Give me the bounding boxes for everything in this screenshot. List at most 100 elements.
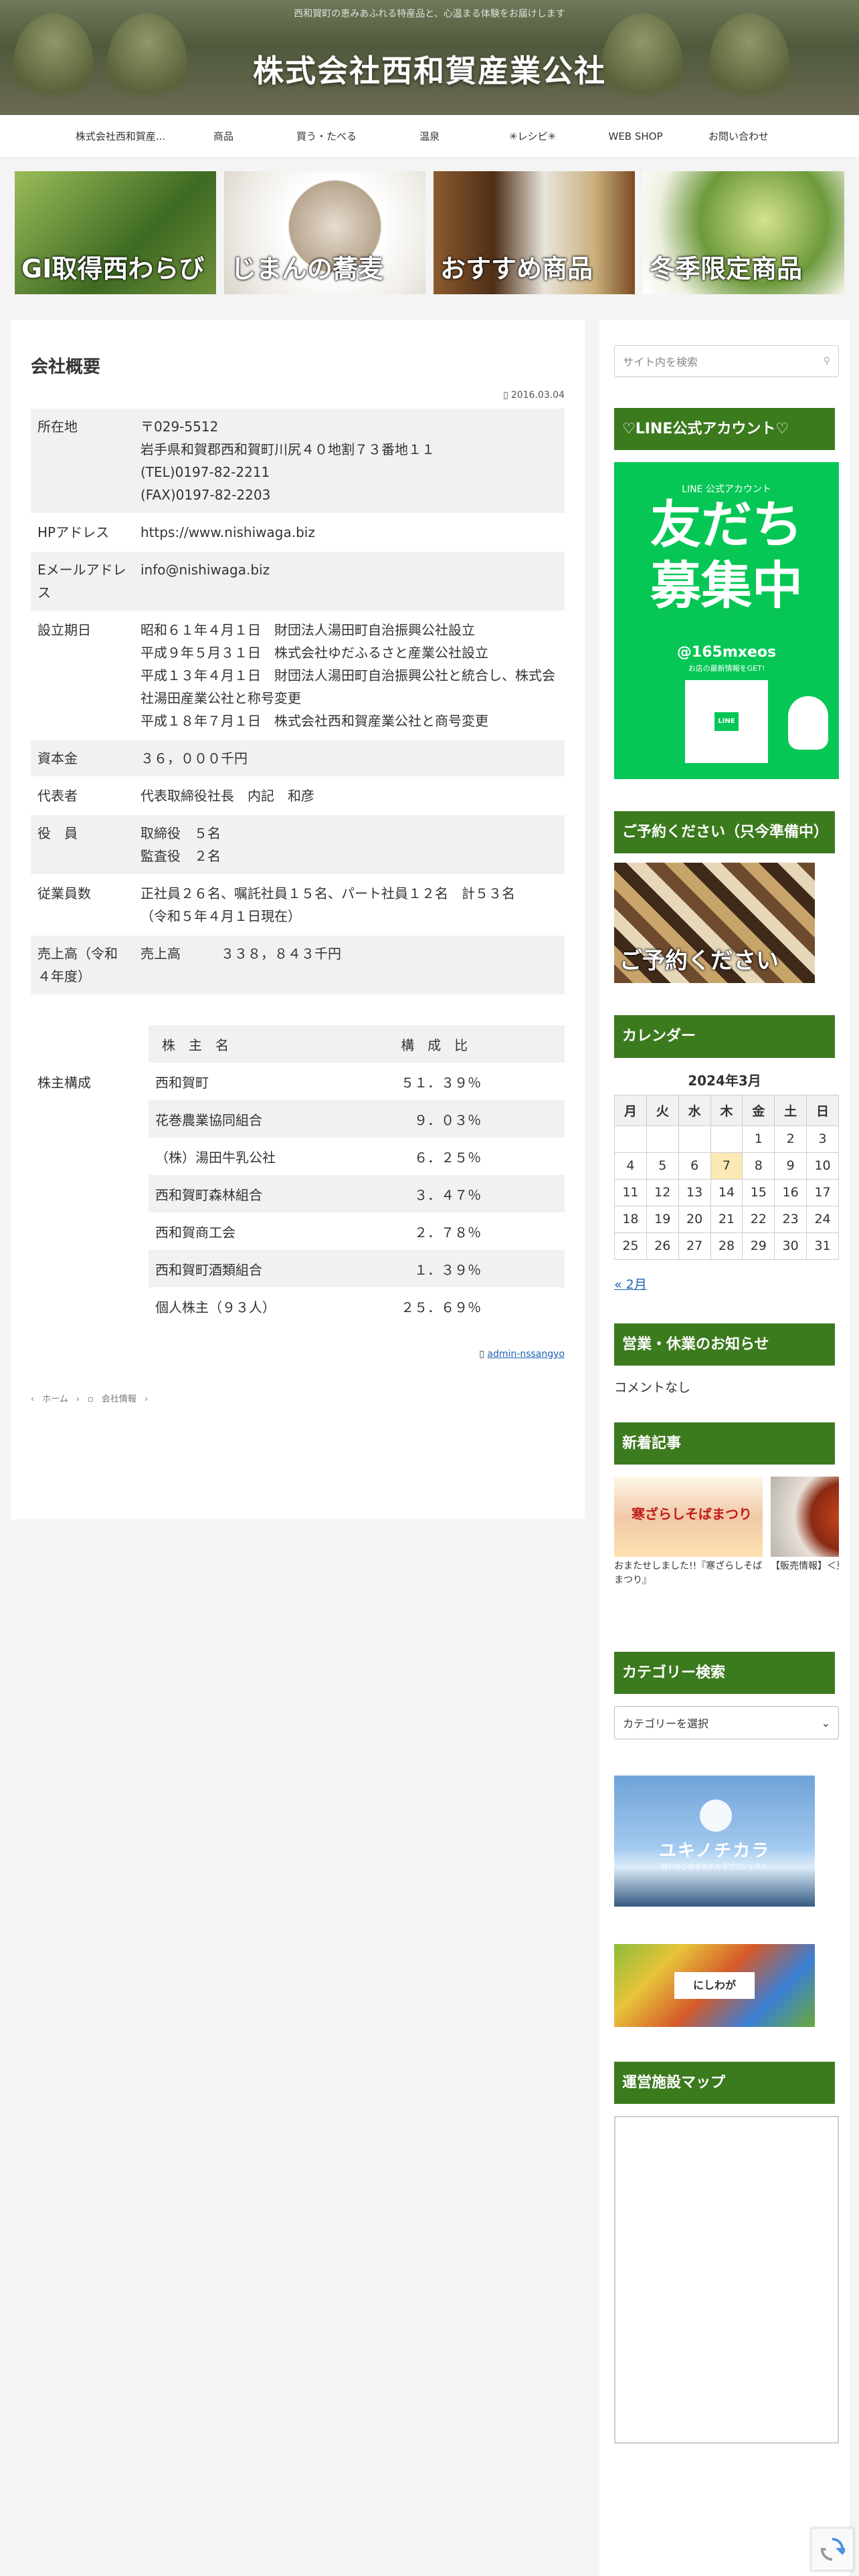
post-date-text: 2016.03.04 xyxy=(510,390,565,401)
nav-item-contact[interactable]: お問い合わせ xyxy=(687,129,790,143)
nav-item-recipe[interactable]: ✳︎レシピ✳︎ xyxy=(481,129,584,143)
post-author: ▯ admin-nssangyo xyxy=(31,1349,565,1360)
calendar-week: 25 26 27 28 29 30 31 xyxy=(614,1232,839,1260)
company-info-table: 所在地 〒029-5512 岩手県和賀郡西和賀町川尻４０地割７３番地１１ (TEL)… xyxy=(31,409,565,996)
main-content: 会社概要 ▯ 2016.03.04 所在地 〒029-5512 岩手県和賀郡西和賀町… xyxy=(11,320,585,1519)
yukino-banner-label: ユキノチカラ xyxy=(658,1841,771,1862)
yukino-chikara-banner[interactable]: ユキノチカラ 西わらびゆきのチカラプロジェクト xyxy=(614,1776,815,1907)
shareholder-ratio: ９．０３％ xyxy=(369,1100,565,1138)
search-input[interactable]: サイト内を検索 xyxy=(623,353,698,369)
news-thumbnail[interactable] xyxy=(771,1476,839,1557)
banner-winter[interactable]: 冬季限定商品 xyxy=(643,171,844,294)
news-caption[interactable]: おまたせしました!!『寒ざらしそばまつり』 xyxy=(614,1560,763,1588)
facility-map[interactable] xyxy=(614,2116,839,2444)
news-item[interactable]: 寒ざらしそばまつり おまたせしました!!『寒ざらしそばまつり』 xyxy=(614,1476,763,1588)
page-title: 会社概要 xyxy=(31,357,101,377)
banner-warabi[interactable]: GI取得西わらび xyxy=(15,171,216,294)
line-account-banner[interactable]: LINE 公式アカウント 友だち 募集中 @165mxeos お店の最新情報をGE… xyxy=(614,462,839,780)
table-row: Eメールアドレス info@nishiwaga.biz xyxy=(31,551,565,612)
nishiwaga-banner-label: にしわが xyxy=(674,1972,755,2000)
nav-item-onsen[interactable]: 温泉 xyxy=(378,129,481,143)
weekday: 日 xyxy=(806,1094,839,1126)
nav-item-company[interactable]: 株式会社西和賀産... xyxy=(69,129,172,143)
row-value: 売上高 ３３８，８４３千円 xyxy=(134,935,565,996)
nishiwaga-banner[interactable]: にしわが xyxy=(614,1944,815,2028)
calendar-day: 12 xyxy=(646,1178,679,1206)
table-row: 売上高（令和４年度） 売上高 ３３８，８４３千円 xyxy=(31,935,565,996)
row-value: 代表取締役社長 内記 和彦 xyxy=(134,777,565,815)
row-key: 売上高（令和４年度） xyxy=(31,935,134,996)
search-icon[interactable]: ⚲ xyxy=(824,356,830,366)
site-title[interactable]: 株式会社西和賀産業公社 xyxy=(0,47,859,91)
row-value: 取締役 ５名 監査役 ２名 xyxy=(134,815,565,875)
banner-soba[interactable]: じまんの蕎麦 xyxy=(224,171,425,294)
bear-character-icon xyxy=(788,696,828,750)
calendar-day: 25 xyxy=(614,1232,647,1260)
nav-item-products[interactable]: 商品 xyxy=(172,129,275,143)
main-nav: 株式会社西和賀産... 商品 買う・たべる 温泉 ✳︎レシピ✳︎ WEB SHO… xyxy=(0,115,859,158)
calendar-prev-link[interactable]: « 2月 xyxy=(614,1275,647,1293)
capital: ３６，０００千円 xyxy=(140,750,248,766)
calendar-day: 6 xyxy=(678,1152,711,1180)
calendar-day: 29 xyxy=(742,1232,775,1260)
nav-item-shop-eat[interactable]: 買う・たべる xyxy=(275,129,378,143)
calendar-day: 8 xyxy=(742,1152,775,1180)
row-key: Eメールアドレス xyxy=(31,551,134,612)
calendar-day xyxy=(710,1125,743,1153)
row-value: ３６，０００千円 xyxy=(134,740,565,778)
breadcrumb-home[interactable]: ホーム xyxy=(42,1394,68,1404)
row-value: 昭和６１年４月１日 財団法人湯田町自治振興公社設立 平成９年５月３１日 株式会社ゆ… xyxy=(134,611,565,740)
row-key: 従業員数 xyxy=(31,875,134,936)
calendar-day: 4 xyxy=(614,1152,647,1180)
calendar-day: 5 xyxy=(646,1152,679,1180)
table-row: 設立期日 昭和６１年４月１日 財団法人湯田町自治振興公社設立 平成９年５月３１日 … xyxy=(31,611,565,740)
recaptcha-badge[interactable] xyxy=(811,2528,854,2571)
tel: (TEL)0197-82-2211 xyxy=(140,464,270,480)
reservation-banner-label: ご予約ください xyxy=(619,948,779,975)
calendar-day: 21 xyxy=(710,1205,743,1233)
nav-item-webshop[interactable]: WEB SHOP xyxy=(584,130,687,142)
shareholder-ratio: ５１．３９％ xyxy=(401,1074,482,1091)
news-caption[interactable]: 【販売情報】＜豆汁の素(3/1販 xyxy=(771,1560,839,1588)
recaptcha-icon xyxy=(820,2537,845,2561)
banner-recommended[interactable]: おすすめ商品 xyxy=(434,171,635,294)
banner-label: おすすめ商品 xyxy=(440,254,593,284)
table-header-row: 株 主 名 構 成 比 xyxy=(31,1025,565,1063)
sidebar: サイト内を検索 ⚲ ♡LINE公式アカウント♡ LINE 公式アカウント 友だち… xyxy=(599,320,850,2576)
news-item[interactable]: 【販売情報】＜豆汁の素(3/1販 xyxy=(771,1476,839,1588)
calendar-day: 27 xyxy=(678,1232,711,1260)
table-row: （株）湯田牛乳公社 ６．２５％ xyxy=(31,1138,565,1175)
calendar-day xyxy=(646,1125,679,1153)
calendar-day: 23 xyxy=(774,1205,807,1233)
row-value: info@nishiwaga.biz xyxy=(134,551,565,612)
table-row: 所在地 〒029-5512 岩手県和賀郡西和賀町川尻４０地割７３番地１１ (TEL)… xyxy=(31,409,565,514)
widget-title-notice: 営業・休業のお知らせ xyxy=(614,1323,835,1366)
calendar-day xyxy=(614,1125,647,1153)
calendar-day: 28 xyxy=(710,1232,743,1260)
author-link[interactable]: admin-nssangyo xyxy=(487,1349,565,1360)
search-box[interactable]: サイト内を検索 ⚲ xyxy=(614,345,839,377)
weekday: 土 xyxy=(774,1094,807,1126)
shareholder-ratio: ２５．６９％ xyxy=(401,1299,482,1315)
row-value: https://www.nishiwaga.biz xyxy=(134,514,565,552)
table-row: HPアドレス https://www.nishiwaga.biz xyxy=(31,514,565,552)
calendar-day: 22 xyxy=(742,1205,775,1233)
reservation-banner[interactable]: ご予約ください xyxy=(614,863,815,984)
shareholder-ratio: ３．４７％ xyxy=(369,1175,565,1212)
breadcrumb-category[interactable]: 会社情報 xyxy=(102,1394,136,1404)
notice-body: コメントなし xyxy=(614,1380,691,1395)
widget-title-reservation: ご予約ください（只今準備中） xyxy=(614,811,835,854)
widget-title-calendar: カレンダー xyxy=(614,1015,835,1058)
banner-label: 冬季限定商品 xyxy=(650,254,803,284)
clock-icon: ▯ xyxy=(503,390,508,401)
shareholder-empty-cell xyxy=(31,1138,149,1175)
shareholder-empty-cell xyxy=(31,1100,149,1138)
weekday: 火 xyxy=(646,1094,679,1126)
news-thumbnail[interactable]: 寒ざらしそばまつり xyxy=(614,1476,763,1557)
calendar-day: 2 xyxy=(774,1125,807,1153)
email-address: info@nishiwaga.biz xyxy=(140,562,270,578)
homepage-url: https://www.nishiwaga.biz xyxy=(140,524,315,540)
calendar-day: 10 xyxy=(806,1152,839,1180)
shareholder-ratio: １．３９％ xyxy=(369,1250,565,1287)
category-select[interactable]: カテゴリーを選択 ⌄ xyxy=(614,1706,839,1740)
